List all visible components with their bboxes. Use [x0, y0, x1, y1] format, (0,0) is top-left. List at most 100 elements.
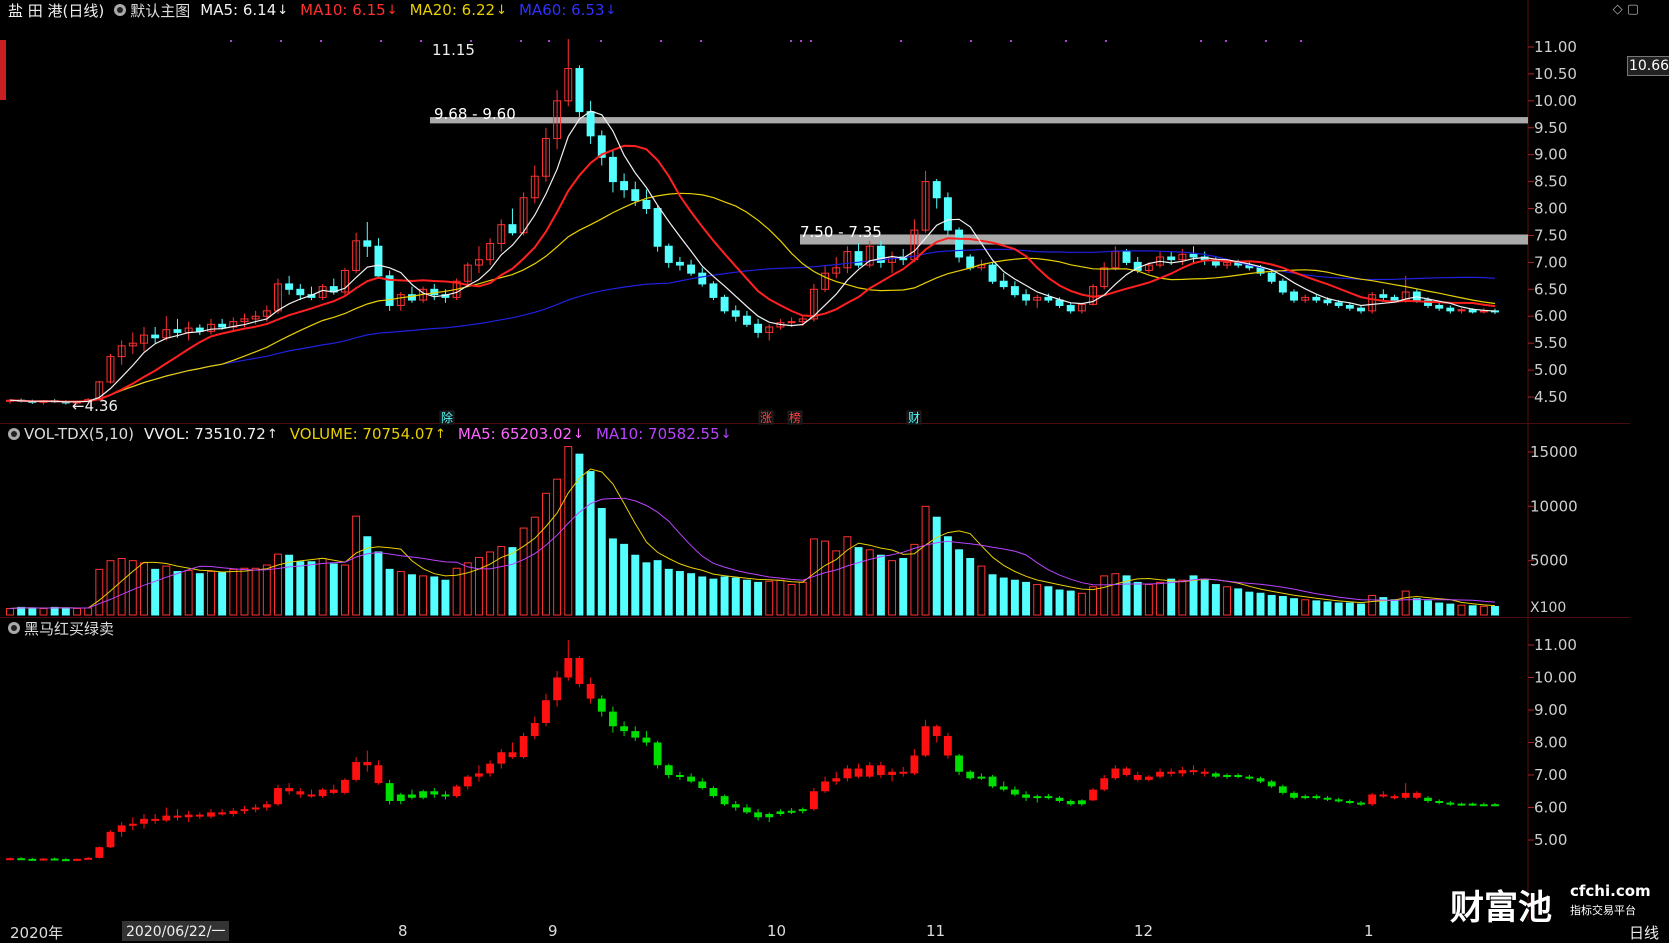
volume-tick-label: 15000 — [1530, 443, 1578, 461]
signal-body — [876, 765, 885, 775]
signal-body — [1290, 792, 1298, 798]
signal-body — [318, 789, 327, 797]
volume-bar — [921, 505, 930, 616]
volume-bar — [698, 576, 707, 616]
volume-bar — [620, 543, 629, 616]
signal-body — [463, 776, 472, 787]
volume-bar — [285, 554, 294, 616]
volume-bar — [352, 515, 361, 616]
signal-body — [441, 794, 450, 797]
volume-bar — [519, 527, 528, 616]
signal-body — [1323, 797, 1332, 800]
volume-bar — [430, 576, 439, 616]
vol-ma10-line — [9, 497, 1496, 609]
signal-body — [743, 807, 751, 813]
candle-body — [999, 280, 1008, 288]
x-axis-label: 10 — [767, 922, 787, 940]
volume-bar — [999, 577, 1008, 616]
signal-body — [988, 776, 997, 787]
volume-bar — [943, 536, 952, 616]
signal-body — [1122, 768, 1131, 775]
volume-bar — [296, 561, 305, 616]
signal-dot — [1265, 40, 1267, 42]
signal-body — [664, 765, 673, 775]
third-tick-label: 6.00 — [1534, 799, 1567, 817]
volume-bar — [798, 581, 807, 616]
volume-bar — [1390, 599, 1399, 616]
signal-body — [1256, 778, 1265, 782]
candle-body — [1435, 304, 1444, 309]
signal-body — [117, 825, 126, 832]
candle-body — [296, 288, 305, 296]
price-tick-label: 8.00 — [1534, 200, 1567, 218]
candle-body — [1189, 253, 1198, 258]
volume-bar — [1401, 590, 1410, 616]
signal-body — [1468, 803, 1477, 806]
signal-body — [865, 765, 874, 777]
volume-bar — [184, 569, 193, 616]
signal-body — [843, 768, 852, 779]
volume-bar — [899, 557, 908, 616]
signal-body — [910, 755, 919, 774]
volume-bar — [251, 567, 260, 616]
volume-bar — [140, 562, 148, 616]
signal-dot — [1065, 40, 1067, 42]
volume-bar — [1290, 598, 1298, 616]
volume-bar — [1312, 600, 1321, 616]
price-tick-label: 9.50 — [1534, 119, 1567, 137]
signal-dot — [280, 40, 282, 42]
signal-body — [1446, 802, 1455, 805]
x-axis-label: 2020年 — [10, 924, 64, 942]
signal-body — [475, 773, 483, 777]
volume-bar — [642, 562, 651, 616]
signal-body — [609, 711, 617, 727]
volume-bar — [1334, 602, 1343, 616]
signal-body — [251, 807, 260, 810]
signal-body — [1144, 776, 1153, 780]
signal-dot — [1010, 40, 1012, 42]
candle-body — [720, 296, 729, 312]
signal-body — [765, 814, 774, 818]
signal-body — [586, 684, 595, 699]
period-label[interactable]: 日线 — [1629, 922, 1659, 943]
signal-body — [162, 815, 171, 821]
candle-body — [1345, 304, 1354, 309]
volume-bar — [6, 607, 14, 616]
signal-dot — [700, 40, 702, 42]
volume-bar — [709, 578, 718, 616]
volume-bar — [407, 574, 416, 616]
candle-body — [664, 245, 673, 263]
signal-body — [542, 700, 550, 723]
candle-body — [988, 264, 997, 282]
volume-bar — [195, 573, 204, 616]
price-tick-label: 7.50 — [1534, 226, 1567, 244]
volume-bar — [1223, 586, 1231, 616]
volume-bar — [966, 557, 975, 616]
signal-body — [1424, 797, 1432, 801]
signal-dot — [1200, 40, 1202, 42]
volume-bar — [664, 568, 673, 616]
chart-canvas[interactable]: 11.00 10.50 10.00 9.50 9.00 8.50 8.00 7.50 7.00 6… — [0, 0, 1669, 943]
signal-body — [1111, 768, 1120, 779]
third-tick-label: 7.00 — [1534, 766, 1567, 784]
signal-body — [363, 762, 372, 766]
signal-body — [631, 731, 640, 738]
zone-label: 7.50 - 7.35 — [800, 223, 882, 241]
volume-bar — [1055, 589, 1064, 616]
signal-body — [1401, 792, 1410, 798]
candle-body — [1323, 299, 1332, 304]
signal-body — [1368, 794, 1377, 805]
signal-body — [61, 859, 70, 862]
volume-bar — [1133, 581, 1142, 616]
signal-body — [1189, 770, 1198, 773]
signal-body — [530, 723, 539, 736]
volume-bar — [787, 584, 796, 616]
x-axis-label: 1 — [1364, 922, 1374, 940]
signal-body — [977, 776, 986, 779]
signal-body — [1312, 796, 1321, 799]
candle-body — [151, 334, 160, 339]
volume-bar — [1178, 579, 1187, 616]
signal-body — [1022, 794, 1030, 798]
volume-bar — [1033, 584, 1042, 616]
volume-bar — [28, 607, 37, 616]
